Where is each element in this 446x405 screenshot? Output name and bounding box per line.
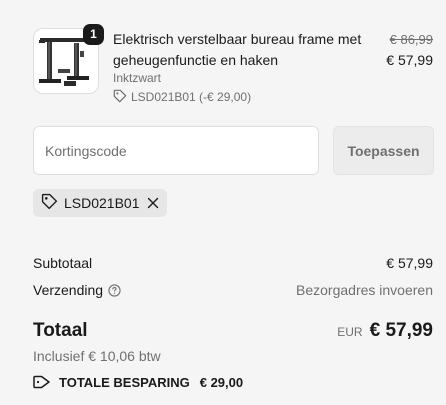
applied-discount-code: LSD021B01 xyxy=(64,195,140,211)
tax-note: Inclusief € 10,06 btw xyxy=(33,348,161,364)
total-row: Totaal EUR € 57,99 xyxy=(33,318,433,344)
subtotal-row: Subtotaal € 57,99 xyxy=(33,253,433,273)
cart-line-item: 1 Elektrisch verstelbaar bureau frame me… xyxy=(33,24,433,108)
total-savings: TOTALE BESPARING € 29,00 xyxy=(33,372,243,392)
product-discount-label: LSD021B01 (-€ 29,00) xyxy=(131,90,252,104)
product-variant: Inktzwart xyxy=(113,71,162,85)
product-title: Elektrisch verstelbaar bureau frame met … xyxy=(113,31,362,68)
close-icon xyxy=(147,197,158,209)
discount-code-input[interactable] xyxy=(33,126,319,175)
applied-discount-chip: LSD021B01 xyxy=(33,189,167,217)
currency-code: EUR xyxy=(337,325,363,339)
original-price: € 86,99 xyxy=(389,32,433,47)
remove-discount-button[interactable] xyxy=(146,196,160,210)
current-price: € 57,99 xyxy=(386,52,433,68)
total-label: Totaal xyxy=(33,320,88,341)
total-value: € 57,99 xyxy=(369,320,433,341)
shipping-label: Verzending xyxy=(33,282,104,298)
help-circle-icon[interactable] xyxy=(108,283,121,297)
shipping-value: Bezorgadres invoeren xyxy=(296,282,433,298)
savings-value: € 29,00 xyxy=(199,374,244,390)
savings-label: TOTALE BESPARING xyxy=(59,374,190,390)
tag-icon xyxy=(113,89,127,106)
shipping-row: Verzending Bezorgadres invoeren xyxy=(33,280,433,300)
tag-icon xyxy=(41,193,58,213)
tag-icon xyxy=(33,374,51,390)
subtotal-label: Subtotaal xyxy=(33,255,93,271)
quantity-badge: 1 xyxy=(83,24,104,45)
product-discount-tag: LSD021B01 (-€ 29,00) xyxy=(113,89,251,105)
subtotal-value: € 57,99 xyxy=(386,255,433,271)
apply-discount-button[interactable]: Toepassen xyxy=(333,126,434,175)
